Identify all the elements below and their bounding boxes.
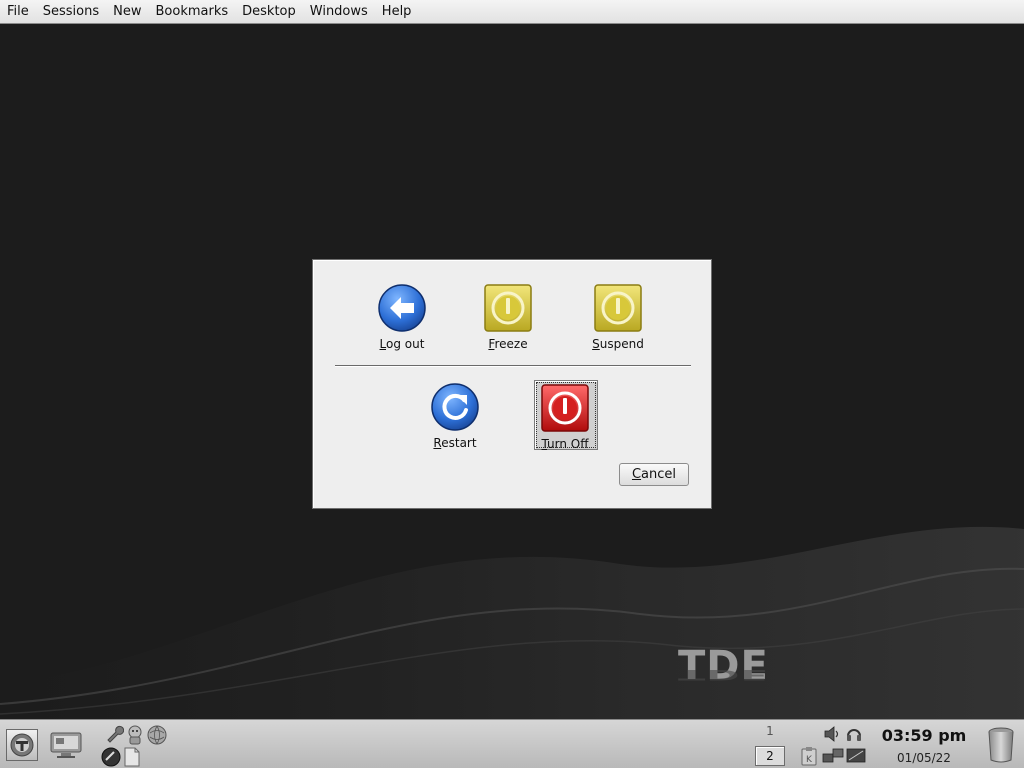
tray-network[interactable]	[822, 746, 844, 766]
pager-desktop-2[interactable]: 2	[755, 746, 785, 766]
wrench-icon	[107, 725, 125, 743]
turnoff-label: Turn Off	[541, 437, 589, 451]
logout-label: Log out	[379, 337, 425, 351]
logout-option[interactable]: Log out	[368, 283, 436, 355]
document-icon	[124, 747, 140, 767]
headset-icon	[847, 729, 861, 741]
pager-desktop-1[interactable]: 1	[763, 724, 777, 740]
menu-windows[interactable]: Windows	[303, 0, 375, 23]
suspend-option[interactable]: Suspend	[584, 283, 652, 355]
restart-option[interactable]: Restart	[421, 382, 489, 454]
display-icon	[846, 748, 866, 763]
quicklaunch-konqueror[interactable]	[124, 724, 146, 746]
turnoff-option[interactable]: Turn Off	[531, 383, 599, 455]
menu-file[interactable]: File	[0, 0, 36, 23]
clock-time[interactable]: 03:59 pm	[868, 726, 980, 745]
restart-icon	[431, 383, 479, 431]
tray-klipper[interactable]: K	[800, 746, 818, 766]
quicklaunch-media[interactable]	[100, 746, 122, 768]
tde-logo-reflection: TDE	[678, 666, 769, 683]
show-desktop-button[interactable]	[50, 731, 82, 759]
restart-label: Restart	[433, 436, 477, 450]
screen: File Sessions New Bookmarks Desktop Wind…	[0, 0, 1024, 768]
freeze-option[interactable]: Freeze	[474, 283, 542, 355]
suspend-label: Suspend	[592, 337, 644, 351]
globe-icon	[147, 725, 167, 745]
disc-icon	[101, 747, 121, 767]
menu-help[interactable]: Help	[375, 0, 419, 23]
tde-menu-button[interactable]	[6, 729, 38, 761]
quicklaunch-doc[interactable]	[122, 746, 142, 768]
cancel-button[interactable]: Cancel	[619, 463, 689, 486]
menu-new[interactable]: New	[106, 0, 148, 23]
turnoff-power-icon	[541, 384, 589, 432]
tray-display[interactable]	[846, 746, 866, 766]
clock-date[interactable]: 01/05/22	[868, 751, 980, 765]
tray-mixer[interactable]	[844, 724, 864, 744]
menu-desktop[interactable]: Desktop	[235, 0, 303, 23]
mascot-icon	[128, 725, 142, 745]
network-icon	[822, 748, 844, 763]
logout-dialog: Log out Freeze Suspend Restart Turn Off …	[312, 259, 712, 509]
menubar: File Sessions New Bookmarks Desktop Wind…	[0, 0, 1024, 24]
clipboard-icon: K	[801, 747, 817, 766]
suspend-power-icon	[594, 284, 642, 332]
trash-icon	[988, 727, 1014, 763]
quicklaunch-browser[interactable]	[146, 724, 168, 746]
dialog-separator	[335, 365, 691, 367]
trash-button[interactable]	[986, 726, 1016, 764]
monitor-icon	[50, 732, 82, 758]
menu-sessions[interactable]: Sessions	[36, 0, 106, 23]
tde-gear-icon	[10, 733, 34, 757]
speaker-icon	[824, 726, 839, 742]
freeze-power-icon	[484, 284, 532, 332]
freeze-label: Freeze	[488, 337, 528, 351]
tray-volume[interactable]	[822, 724, 842, 744]
quicklaunch-tool[interactable]	[104, 724, 125, 744]
taskbar: 1 2 K 03:59 pm 01/05/22	[0, 719, 1024, 768]
logout-arrow-icon	[378, 284, 426, 332]
menu-bookmarks[interactable]: Bookmarks	[149, 0, 236, 23]
